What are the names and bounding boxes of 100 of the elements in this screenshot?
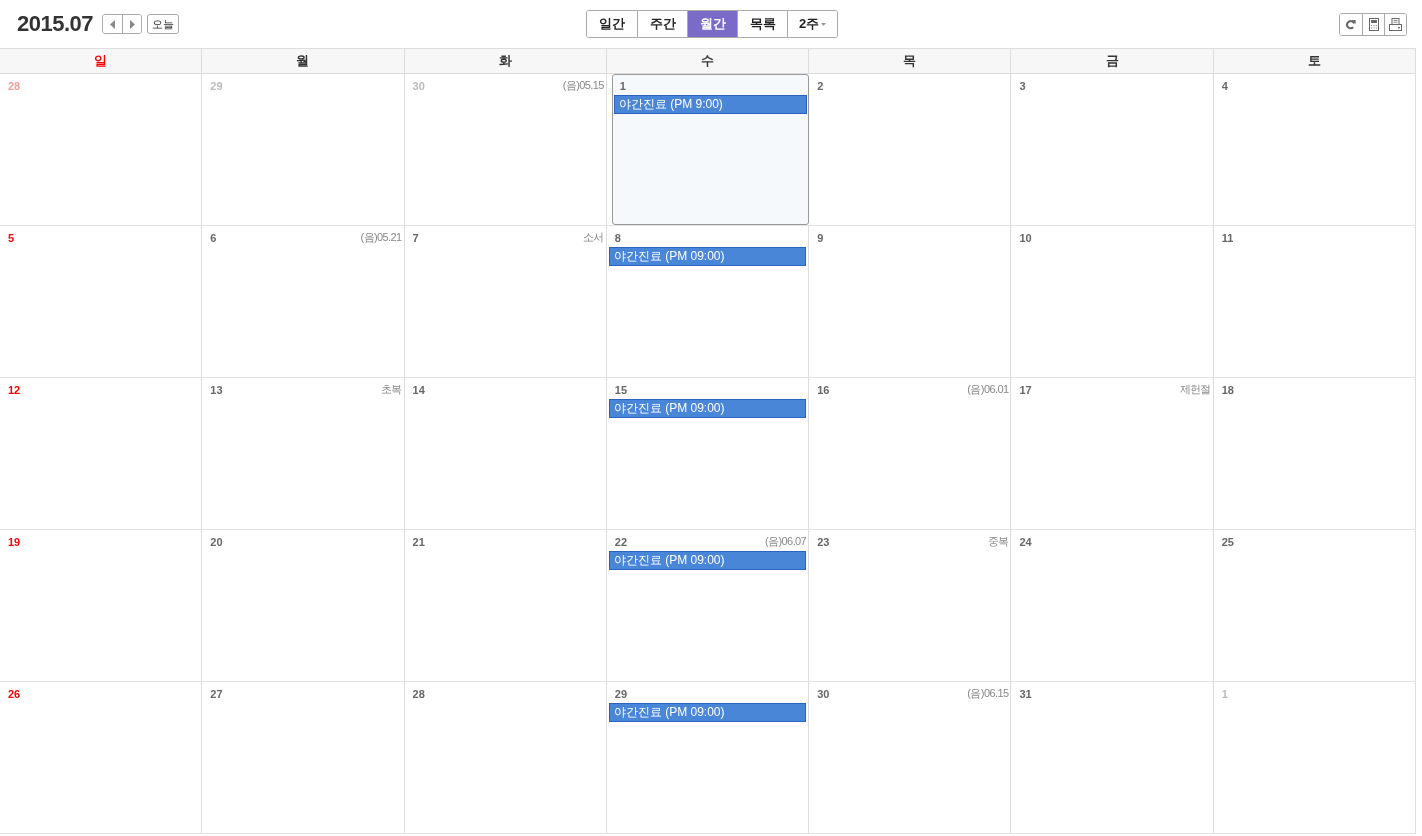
day-number: 5 — [7, 231, 15, 246]
right-arrow-icon — [129, 19, 135, 29]
weekday-header: 토 — [1213, 49, 1416, 73]
weekday-header: 화 — [404, 49, 607, 73]
day-cell[interactable]: 4 — [1213, 74, 1416, 225]
day-cell[interactable]: 26 — [0, 682, 203, 833]
day-note: (음)06.15 — [967, 686, 1009, 700]
day-cell[interactable]: 28 — [404, 682, 607, 833]
day-cell[interactable]: 29 야간진료 (PM 09:00) — [606, 682, 810, 833]
weekday-header: 월 — [202, 49, 405, 73]
day-number: 3 — [1018, 79, 1026, 94]
day-note: (음)05.15 — [562, 78, 604, 92]
day-cell[interactable]: 18 — [1213, 378, 1416, 529]
day-cell[interactable]: 24 — [1011, 530, 1214, 681]
day-cell[interactable]: 22 (음)06.07 야간진료 (PM 09:00) — [606, 530, 810, 681]
next-month-button[interactable] — [122, 15, 142, 33]
day-number: 19 — [7, 535, 21, 550]
event-bar[interactable]: 야간진료 (PM 09:00) — [608, 551, 807, 570]
day-note: 소서 — [583, 230, 604, 244]
day-number: 28 — [7, 79, 21, 94]
day-number: 30 — [411, 79, 425, 94]
event-bar[interactable]: 야간진료 (PM 09:00) — [608, 703, 807, 722]
day-cell[interactable]: 1 야간진료 (PM 9:00) — [611, 74, 810, 225]
day-number: 16 — [816, 383, 830, 398]
event-bar[interactable]: 야간진료 (PM 09:00) — [608, 399, 807, 418]
day-cell[interactable]: 9 — [809, 226, 1012, 377]
caret-icon — [821, 22, 827, 26]
day-cell[interactable]: 19 — [0, 530, 203, 681]
day-number: 28 — [411, 687, 425, 702]
day-cell[interactable]: 31 — [1011, 682, 1214, 833]
day-number: 15 — [613, 383, 628, 398]
day-cell[interactable]: 20 — [202, 530, 405, 681]
day-number: 27 — [209, 687, 223, 702]
day-number: 29 — [613, 687, 628, 702]
day-cell[interactable]: 14 — [404, 378, 607, 529]
day-number: 17 — [1018, 383, 1032, 398]
day-number: 12 — [7, 383, 21, 398]
month-title: 2015.07 — [17, 11, 94, 37]
today-button[interactable]: 오늘 — [147, 14, 180, 34]
print-button[interactable] — [1384, 13, 1406, 35]
day-cell[interactable]: 30 (음)05.15 — [404, 74, 607, 225]
day-note: (음)06.01 — [967, 382, 1009, 396]
view-tab[interactable]: 월간 — [687, 11, 737, 37]
day-note: (음)06.07 — [765, 534, 807, 548]
day-note: 중복 — [987, 534, 1009, 548]
weekday-header: 수 — [606, 49, 810, 73]
day-number: 22 — [613, 535, 628, 550]
day-number: 25 — [1220, 535, 1234, 550]
day-cell[interactable]: 8 야간진료 (PM 09:00) — [606, 226, 810, 377]
refresh-icon — [1346, 18, 1356, 30]
day-cell[interactable]: 30 (음)06.15 — [809, 682, 1012, 833]
day-number: 26 — [7, 687, 21, 702]
day-cell[interactable]: 2 — [809, 74, 1012, 225]
view-tab[interactable]: 2주 — [787, 11, 837, 37]
day-number: 6 — [209, 231, 217, 246]
day-number: 21 — [411, 535, 425, 550]
day-cell[interactable]: 17 제헌절 — [1011, 378, 1214, 529]
day-number: 23 — [816, 535, 830, 550]
day-number: 1 — [618, 79, 626, 94]
day-number: 31 — [1018, 687, 1032, 702]
day-number: 1 — [1220, 687, 1228, 702]
day-cell[interactable]: 23 중복 — [809, 530, 1012, 681]
day-number: 8 — [613, 231, 621, 246]
day-number: 4 — [1220, 79, 1228, 94]
day-number: 11 — [1220, 231, 1234, 246]
day-cell[interactable]: 7 소서 — [404, 226, 607, 377]
day-cell[interactable]: 3 — [1011, 74, 1214, 225]
day-cell[interactable]: 25 — [1213, 530, 1416, 681]
day-number: 7 — [411, 231, 419, 246]
day-number: 10 — [1018, 231, 1032, 246]
weekday-header: 일 — [0, 49, 203, 73]
day-cell[interactable]: 13 초복 — [202, 378, 405, 529]
event-bar[interactable]: 야간진료 (PM 09:00) — [608, 247, 807, 266]
day-number: 18 — [1220, 383, 1234, 398]
day-cell[interactable]: 16 (음)06.01 — [809, 378, 1012, 529]
day-cell[interactable]: 6 (음)05.21 — [202, 226, 405, 377]
day-number: 14 — [411, 383, 425, 398]
day-cell[interactable]: 27 — [202, 682, 405, 833]
day-cell[interactable]: 21 — [404, 530, 607, 681]
weekday-header: 금 — [1011, 49, 1214, 73]
day-number: 9 — [816, 231, 824, 246]
weekday-header: 목 — [809, 49, 1012, 73]
day-cell[interactable]: 5 — [0, 226, 203, 377]
day-number: 13 — [209, 383, 223, 398]
day-note: 초복 — [380, 382, 402, 396]
day-number: 30 — [816, 687, 830, 702]
day-number: 2 — [816, 79, 824, 94]
printer-icon — [1389, 17, 1402, 31]
day-note: 제헌절 — [1179, 382, 1211, 396]
day-number: 29 — [209, 79, 223, 94]
calculator-icon — [1368, 17, 1379, 31]
day-cell[interactable]: 10 — [1011, 226, 1214, 377]
event-bar[interactable]: 야간진료 (PM 9:00) — [613, 95, 808, 114]
day-cell[interactable]: 15 야간진료 (PM 09:00) — [606, 378, 810, 529]
day-number: 20 — [209, 535, 223, 550]
day-number: 24 — [1018, 535, 1032, 550]
left-arrow-icon — [110, 19, 116, 29]
day-note: (음)05.21 — [360, 230, 402, 244]
day-cell[interactable]: 12 — [0, 378, 203, 529]
day-cell[interactable]: 11 — [1213, 226, 1416, 377]
